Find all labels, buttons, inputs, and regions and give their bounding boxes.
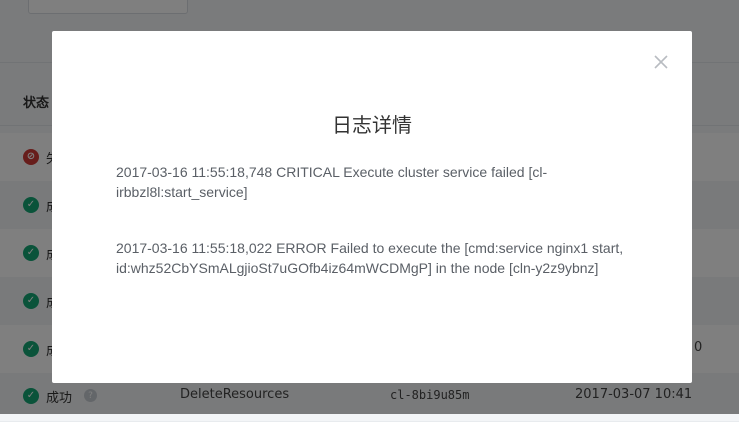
modal-title: 日志详情 bbox=[332, 113, 412, 137]
log-detail-modal: 日志详情 2017-03-16 11:55:18,748 CRITICAL Ex… bbox=[52, 31, 692, 383]
log-entry: 2017-03-16 11:55:18,022 ERROR Failed to … bbox=[116, 240, 624, 276]
close-icon[interactable] bbox=[652, 53, 670, 71]
log-entry: 2017-03-16 11:55:18,748 CRITICAL Execute… bbox=[116, 164, 548, 200]
log-list: 2017-03-16 11:55:18,748 CRITICAL Execute… bbox=[116, 162, 628, 314]
